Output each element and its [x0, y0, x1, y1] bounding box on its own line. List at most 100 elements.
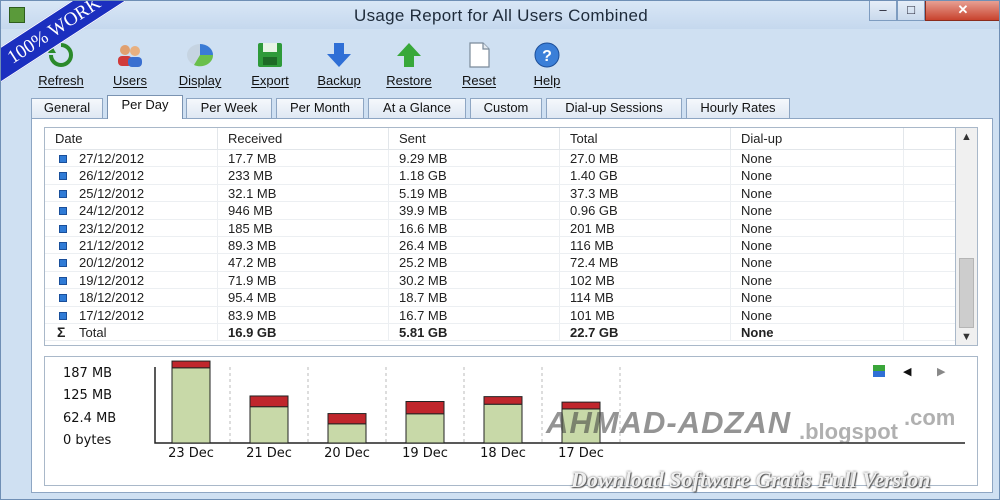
table-row[interactable]: 18/12/2012 95.4 MB 18.7 MB 114 MB None [45, 289, 955, 307]
row-sent: 1.18 GB [389, 167, 560, 185]
help-button[interactable]: ? Help [512, 41, 582, 88]
row-total: 27.0 MB [560, 150, 731, 167]
row-sent: 25.2 MB [389, 254, 560, 272]
row-received: 32.1 MB [218, 184, 389, 202]
scrollbar-thumb[interactable] [959, 258, 974, 328]
tab-dial-up-sessions[interactable]: Dial-up Sessions [546, 98, 682, 118]
watermark-tld: .com [904, 405, 956, 430]
tab-custom[interactable]: Custom [470, 98, 542, 118]
table-row[interactable]: 23/12/2012 185 MB 16.6 MB 201 MB None [45, 219, 955, 237]
tab-at-a-glance[interactable]: At a Glance [368, 98, 466, 118]
restore-label: Restore [386, 73, 432, 88]
close-button[interactable]: ✕ [925, 1, 999, 21]
row-dial-up: None [731, 202, 904, 220]
row-date: 21/12/2012 [45, 237, 218, 254]
display-button[interactable]: Display [165, 41, 235, 88]
total-sent: 5.81 GB [389, 324, 560, 341]
row-date-text: 18/12/2012 [79, 290, 145, 306]
watermark-domain: .blogspot [799, 419, 898, 444]
chart-legend-icon[interactable] [873, 365, 885, 380]
row-received: 95.4 MB [218, 289, 389, 307]
tab-per-day[interactable]: Per Day [107, 95, 183, 119]
users-button[interactable]: Users [95, 41, 165, 88]
row-date-text: 26/12/2012 [79, 168, 145, 184]
users-icon [118, 45, 142, 67]
row-total: 0.96 GB [560, 202, 731, 220]
table-row[interactable]: 21/12/2012 89.3 MB 26.4 MB 116 MB None [45, 237, 955, 255]
reset-label: Reset [462, 73, 496, 88]
row-received: 17.7 MB [218, 150, 389, 167]
table-row[interactable]: 25/12/2012 32.1 MB 5.19 MB 37.3 MB None [45, 184, 955, 203]
table-row[interactable]: 24/12/2012 946 MB 39.9 MB 0.96 GB None [45, 202, 955, 220]
restore-button[interactable]: Restore [374, 41, 444, 88]
row-total: 72.4 MB [560, 254, 731, 272]
tab-hourly-rates[interactable]: Hourly Rates [686, 98, 790, 118]
y-tick-label: 0 bytes [63, 433, 112, 448]
scroll-up-arrow-icon[interactable]: ▲ [956, 128, 977, 146]
app-window: Usage Report for All Users Combined – □ … [0, 0, 1000, 500]
row-marker-icon [59, 294, 67, 303]
column-header-dial-up[interactable]: Dial-up [731, 128, 904, 150]
row-total: 116 MB [560, 237, 731, 254]
svg-text:?: ? [542, 48, 552, 65]
minimize-button[interactable]: – [869, 1, 897, 21]
row-marker-icon [59, 155, 67, 163]
row-sent: 39.9 MB [389, 202, 560, 220]
column-header-date[interactable]: Date [45, 128, 218, 150]
chart-bar-received [405, 413, 445, 444]
table-row[interactable]: 19/12/2012 71.9 MB 30.2 MB 102 MB None [45, 271, 955, 290]
column-header-received[interactable]: Received [218, 128, 389, 150]
row-sent: 5.19 MB [389, 184, 560, 202]
tab-per-month[interactable]: Per Month [276, 98, 364, 118]
row-received: 47.2 MB [218, 254, 389, 272]
y-tick-label: 62.4 MB [63, 411, 117, 426]
table-total-row[interactable]: Σ Total 16.9 GB 5.81 GB 22.7 GB None [45, 324, 955, 342]
x-tick-label: 23 Dec [168, 446, 214, 461]
row-date: 25/12/2012 [45, 184, 218, 202]
row-sent: 16.6 MB [389, 219, 560, 237]
column-header-total[interactable]: Total [560, 128, 731, 150]
table-row[interactable]: 26/12/2012 233 MB 1.18 GB 1.40 GB None [45, 167, 955, 185]
tab-per-week[interactable]: Per Week [186, 98, 272, 118]
row-date-text: 20/12/2012 [79, 255, 145, 271]
window-title: Usage Report for All Users Combined [354, 6, 648, 25]
row-date: 26/12/2012 [45, 167, 218, 185]
scroll-down-arrow-icon[interactable]: ▼ [956, 328, 977, 346]
chart-prev-arrow-icon[interactable]: ◀ [903, 365, 911, 378]
table-scrollbar[interactable]: ▲ ▼ [956, 127, 978, 346]
row-dial-up: None [731, 237, 904, 254]
row-received: 71.9 MB [218, 271, 389, 289]
export-icon [258, 43, 282, 67]
chart-next-arrow-icon[interactable]: ▶ [937, 365, 945, 378]
total-dial-up: None [731, 324, 904, 341]
table-row[interactable]: 27/12/2012 17.7 MB 9.29 MB 27.0 MB None [45, 150, 955, 168]
total-label: Σ Total [45, 324, 218, 341]
backup-button[interactable]: Backup [304, 41, 374, 88]
x-tick-label: 20 Dec [324, 446, 370, 461]
sigma-icon: Σ [57, 324, 66, 340]
export-button[interactable]: Export [235, 41, 305, 88]
row-marker-icon [59, 207, 67, 216]
display-label: Display [178, 73, 222, 88]
help-label: Help [533, 73, 561, 88]
title-bar[interactable]: Usage Report for All Users Combined – □ … [1, 1, 999, 29]
row-dial-up: None [731, 306, 904, 324]
row-dial-up: None [731, 167, 904, 185]
reset-button[interactable]: Reset [444, 41, 514, 88]
total-received: 16.9 GB [218, 324, 389, 341]
row-date: 27/12/2012 [45, 150, 218, 167]
row-total: 101 MB [560, 306, 731, 324]
y-tick-label: 187 MB [63, 366, 113, 381]
column-header-sent[interactable]: Sent [389, 128, 560, 150]
row-received: 83.9 MB [218, 306, 389, 324]
tab-general[interactable]: General [31, 98, 103, 118]
row-dial-up: None [731, 219, 904, 237]
row-marker-icon [59, 311, 67, 320]
maximize-button[interactable]: □ [897, 1, 925, 21]
row-total: 1.40 GB [560, 167, 731, 185]
row-sent: 26.4 MB [389, 237, 560, 254]
table-row[interactable]: 20/12/2012 47.2 MB 25.2 MB 72.4 MB None [45, 254, 955, 272]
table-row[interactable]: 17/12/2012 83.9 MB 16.7 MB 101 MB None [45, 306, 955, 324]
display-icon [187, 44, 214, 67]
row-date-text: 21/12/2012 [79, 238, 145, 253]
